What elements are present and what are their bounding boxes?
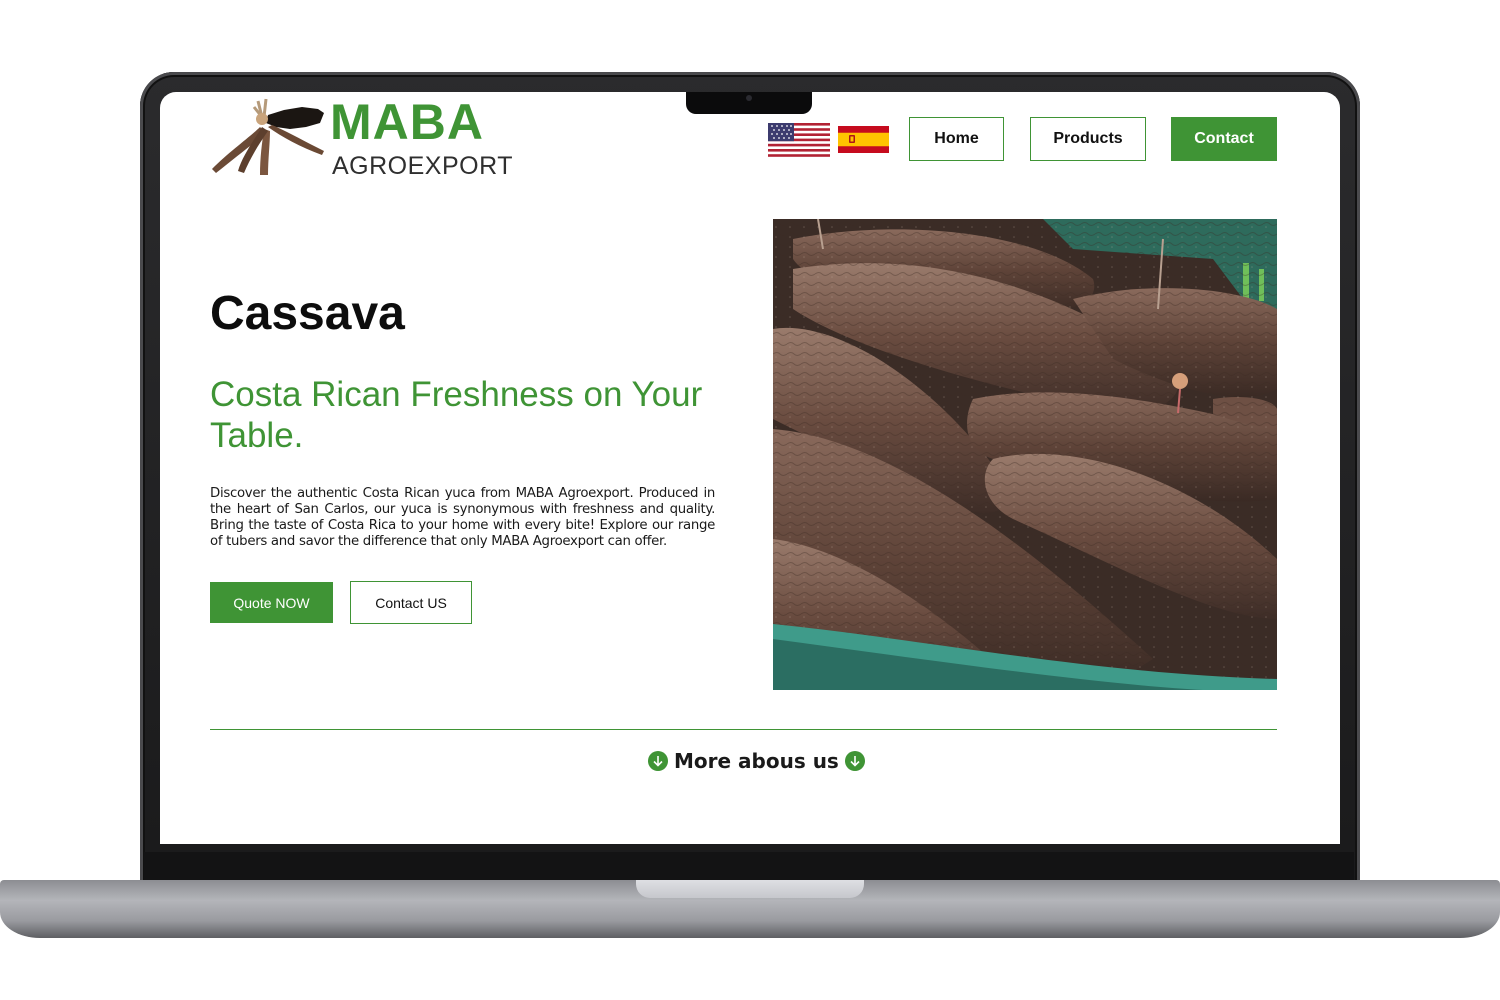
nav-contact-button[interactable]: Contact	[1171, 117, 1277, 161]
brand-subtitle: AGROEXPORT	[332, 152, 513, 180]
spain-flag-icon[interactable]	[838, 126, 889, 153]
hero-subtitle: Costa Rican Freshness on Your Table.	[210, 375, 703, 455]
nav-home-button[interactable]: Home	[909, 117, 1004, 161]
hero-title: Cassava	[210, 287, 405, 340]
us-flag-icon[interactable]	[768, 123, 830, 157]
laptop-chin	[144, 852, 1354, 882]
quote-now-button[interactable]: Quote NOW	[210, 582, 333, 623]
hero-description: Discover the authentic Costa Rican yuca …	[210, 486, 715, 549]
laptop-base-notch	[636, 880, 864, 898]
cassava-logo-icon	[212, 98, 324, 175]
camera-icon	[746, 95, 752, 101]
nav-products-button[interactable]: Products	[1030, 117, 1146, 161]
cassava-photo	[773, 219, 1277, 690]
arrow-down-circle-icon	[648, 751, 668, 771]
contact-us-button[interactable]: Contact US	[350, 581, 472, 624]
section-divider	[210, 729, 1277, 730]
arrow-down-circle-icon	[844, 751, 865, 771]
site-logo[interactable]: MABA AGROEXPORT	[210, 94, 520, 181]
more-about-us-link[interactable]: More abous us	[648, 748, 865, 774]
more-about-us-label: More abous us	[674, 749, 839, 773]
brand-name: MABA	[330, 94, 484, 150]
